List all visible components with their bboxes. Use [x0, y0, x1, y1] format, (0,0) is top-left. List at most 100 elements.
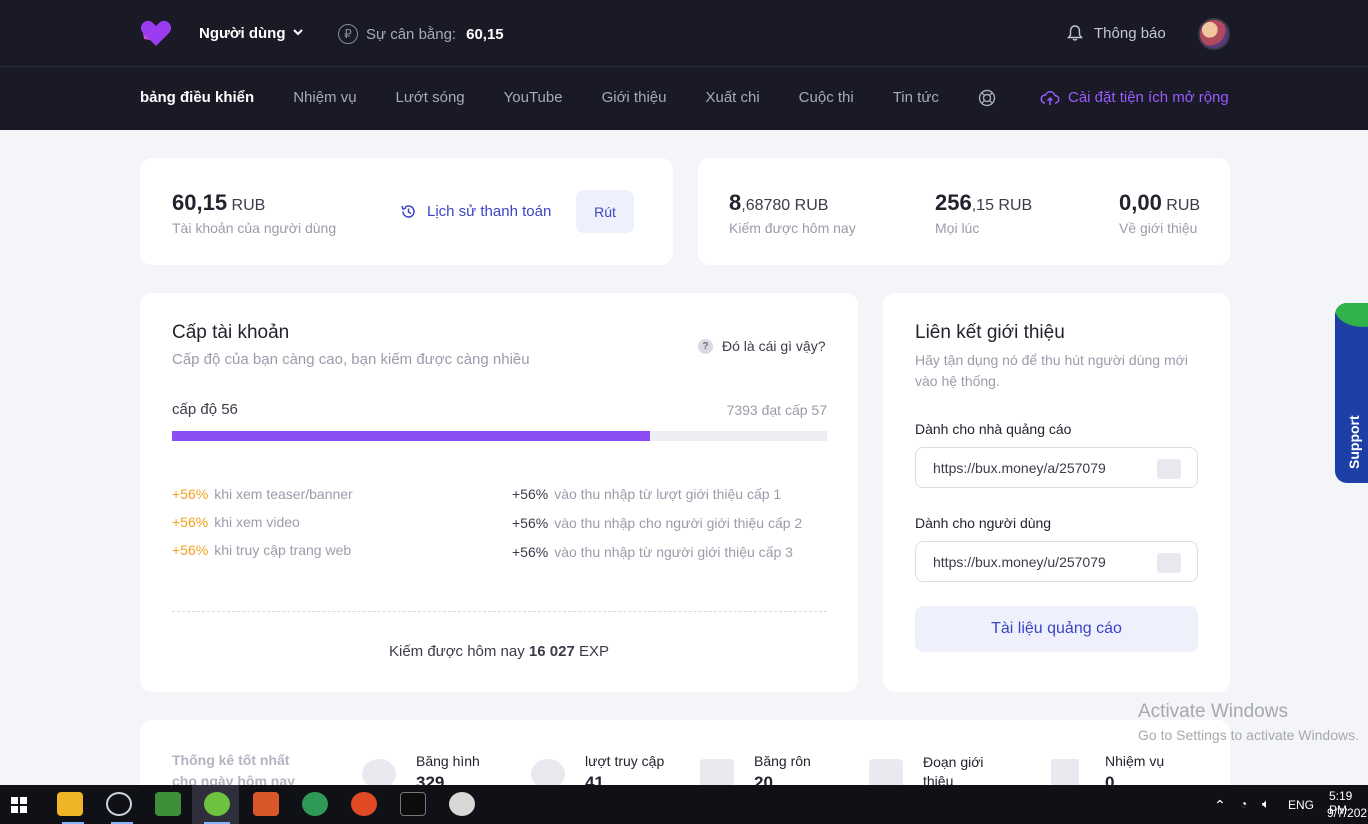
advertisers-label: Dành cho nhà quảng cáo [915, 421, 1072, 437]
bonus-text: khi truy cập trang web [214, 542, 352, 558]
referral-title: Liên kết giới thiệu [915, 322, 1065, 343]
bonus-pct: +56% [512, 544, 549, 560]
lifebuoy-icon[interactable] [978, 89, 996, 111]
wifi-icon[interactable]: ◔ [1240, 797, 1247, 811]
advertisers-link-field[interactable]: https://bux.money/a/257079 [915, 447, 1198, 488]
xr-app-icon[interactable] [351, 792, 377, 816]
nav-item-surfing[interactable]: Lướt sóng [396, 89, 465, 111]
watermark-subtitle: Go to Settings to activate Windows. [1138, 727, 1359, 743]
history-icon [401, 205, 415, 218]
earned-all-label: Mọi lúc [935, 220, 980, 236]
copy-icon[interactable] [1157, 553, 1181, 573]
earned-all-time: 256,15 RUB [935, 190, 1032, 216]
bonus-pct: +56% [172, 486, 209, 502]
nav-item-contests[interactable]: Cuộc thi [799, 89, 854, 111]
stat-label: Băng hình [416, 753, 480, 769]
terminal-icon[interactable] [400, 792, 426, 816]
chevron-down-icon [292, 25, 304, 42]
bonus-text: vào thu nhập từ người giới thiệu cấp 3 [554, 544, 793, 560]
bonus-item: +56% vào thu nhập từ người giới thiệu cấp… [512, 541, 827, 563]
bonus-pct: +56% [172, 542, 209, 558]
user-menu-label: Người dùng [199, 25, 286, 42]
user-menu-dropdown[interactable]: Người dùng [199, 25, 304, 42]
question-icon: ? [698, 338, 713, 354]
balance: ₽ Sự cân bằng: 60,15 [338, 24, 504, 44]
windows-start-icon[interactable] [11, 797, 27, 813]
balance-value: 60,15 [466, 25, 504, 43]
balance-label: Sự cân bằng: [366, 25, 457, 43]
earned-referrals: 0,00 RUB [1119, 190, 1200, 216]
what-is-it-label: Đó là cái gì vậy? [722, 338, 826, 354]
earned-today-frac: ,68780 RUB [741, 197, 829, 214]
bonus-text: khi xem video [214, 514, 300, 530]
nav-item-payouts[interactable]: Xuất chi [705, 89, 759, 111]
support-tab[interactable]: Support [1335, 303, 1368, 483]
watermark-title: Activate Windows [1138, 701, 1288, 722]
language-indicator[interactable]: ENG [1288, 798, 1314, 812]
advertising-materials-button[interactable]: Tài liệu quảng cáo [915, 606, 1198, 652]
level-progress-fill [172, 431, 651, 441]
users-link-field[interactable]: https://bux.money/u/257079 [915, 541, 1198, 582]
account-amount: 60,15 [172, 190, 228, 215]
next-level: 7393 đạt cấp 57 [726, 402, 827, 418]
bell-icon [1067, 25, 1083, 41]
account-label: Tài khoản của người dùng [172, 220, 337, 236]
copy-icon[interactable] [1157, 459, 1181, 479]
nav-item-youtube[interactable]: YouTube [504, 89, 563, 111]
main-nav: bảng điều khiển Nhiệm vụ Lướt sóng YouTu… [140, 89, 996, 111]
bonus-text: vào thu nhập từ lượt giới thiệu cấp 1 [554, 486, 782, 502]
account-currency: RUB [231, 197, 266, 214]
bonus-pct: +56% [512, 515, 549, 531]
nav-item-referrals[interactable]: Giới thiệu [602, 89, 667, 111]
xbox-icon[interactable] [302, 792, 328, 816]
browser-icon[interactable] [204, 792, 230, 816]
chevron-up-icon[interactable]: ⌃ [1214, 797, 1226, 814]
earned-ref-frac: RUB [1166, 197, 1201, 214]
bonus-item: +56% vào thu nhập từ lượt giới thiệu cấp … [512, 483, 827, 505]
earned-all-frac: ,15 RUB [971, 197, 1033, 214]
earned-exp-value: 16 027 [528, 643, 575, 660]
earned-today-label: Kiếm được hôm nay [729, 220, 856, 236]
bonus-item: +56% khi xem teaser/banner [172, 480, 492, 508]
bonus-item: +56% vào thu nhập cho người giới thiệu cấ… [512, 512, 827, 534]
avatar[interactable] [1198, 18, 1230, 50]
level-subtitle: Cấp độ của bạn càng cao, bạn kiếm được c… [172, 351, 530, 368]
referral-link-card: Liên kết giới thiệu Hãy tận dụng nó để t… [883, 293, 1230, 692]
support-accent [1335, 303, 1368, 327]
account-card: 60,15 RUB Tài khoản của người dùng Lịch … [140, 158, 673, 265]
bonus-list-left: +56% khi xem teaser/banner +56% khi xem vi… [172, 480, 492, 564]
nav-item-news[interactable]: Tin tức [893, 89, 939, 111]
what-is-it-link[interactable]: ? Đó là cái gì vậy? [698, 338, 826, 354]
clock-date[interactable]: 9/7/202 [1327, 806, 1367, 820]
cloud-upload-icon [1040, 90, 1060, 105]
notifications-button[interactable]: Thông báo [1066, 24, 1166, 42]
speedometer-icon[interactable] [106, 792, 132, 816]
bonus-pct: +56% [512, 486, 549, 502]
stat-label: Nhiệm vụ [1105, 753, 1165, 769]
payment-history-link[interactable]: Lịch sử thanh toán [400, 203, 551, 220]
bonus-item: +56% khi xem video [172, 508, 492, 536]
account-level-card: Cấp tài khoản Cấp độ của bạn càng cao, b… [140, 293, 858, 692]
logo-icon[interactable] [140, 19, 172, 47]
bonus-list-right: +56% vào thu nhập từ lượt giới thiệu cấp … [512, 480, 827, 563]
earned-ref-int: 0,00 [1119, 190, 1162, 215]
level-title: Cấp tài khoản [172, 322, 290, 343]
users-label: Dành cho người dùng [915, 515, 1052, 531]
activate-windows-watermark: Activate Windows Go to Settings to activ… [1138, 701, 1359, 743]
nav-item-dashboard[interactable]: bảng điều khiển [140, 89, 254, 111]
skull-app-icon[interactable] [449, 792, 475, 816]
divider [172, 611, 827, 612]
file-explorer-icon[interactable] [57, 792, 83, 816]
bonus-text: vào thu nhập cho người giới thiệu cấp 2 [554, 515, 803, 531]
nav-item-tasks[interactable]: Nhiệm vụ [293, 89, 356, 111]
users-url: https://bux.money/u/257079 [933, 553, 1106, 570]
earned-today: 8,68780 RUB [729, 190, 828, 216]
current-level: cấp độ 56 [172, 401, 238, 418]
stat-label: Băng rôn [754, 753, 811, 769]
withdraw-button[interactable]: Rút [576, 190, 634, 233]
app-icon[interactable] [253, 792, 279, 816]
volume-icon[interactable]: 🔈︎ [1262, 796, 1270, 812]
earned-exp: Kiếm được hôm nay 16 027 EXP [140, 643, 858, 660]
image-viewer-icon[interactable] [155, 792, 181, 816]
install-extension-link[interactable]: Cài đặt tiện ích mở rộng [1040, 89, 1229, 106]
